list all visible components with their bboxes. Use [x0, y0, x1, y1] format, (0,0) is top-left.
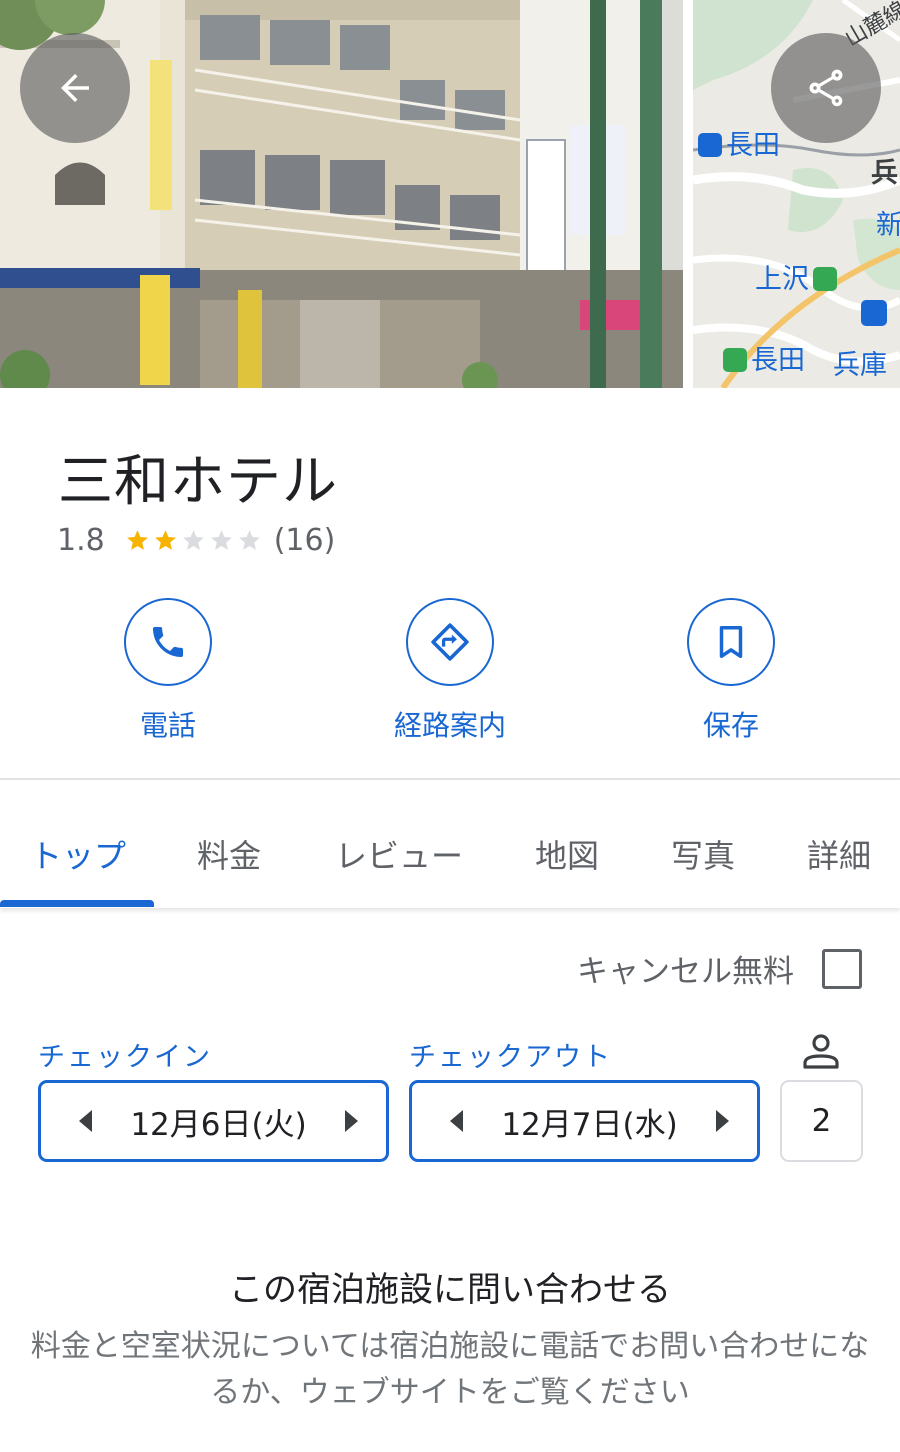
back-button[interactable]	[20, 33, 130, 143]
checkout-date: 12月7日(水)	[501, 1106, 678, 1143]
guests-count: 2	[811, 1103, 832, 1139]
previous-date-icon[interactable]	[450, 1110, 463, 1132]
directions-label: 経路案内	[393, 709, 506, 742]
contact-heading: この宿泊施設に問い合わせる	[229, 1270, 671, 1310]
star-empty-icon	[238, 529, 260, 550]
rating-stars	[125, 528, 262, 553]
tab-prices[interactable]: 料金	[197, 840, 261, 872]
map-label-text: 長田	[751, 345, 805, 376]
person-icon	[803, 1034, 839, 1069]
directions-button-circle[interactable]	[406, 598, 494, 686]
action-bar: 電話 経路案内 保存	[0, 598, 900, 748]
review-count: (16)	[273, 522, 336, 558]
save-label: 保存	[702, 709, 759, 742]
star-filled-icon	[154, 529, 176, 550]
map-label-nagata-subway: 長田	[723, 347, 805, 374]
arrow-left-icon	[61, 74, 89, 102]
contact-description: 料金と空室状況については宿泊施設に電話でお問い合わせになるか、ウェブサイトをご覧…	[30, 1329, 870, 1410]
train-station-icon	[861, 300, 887, 326]
guests-selector[interactable]: 2	[780, 1080, 863, 1162]
next-date-icon[interactable]	[715, 1110, 729, 1132]
map-label-text: 長田	[726, 130, 780, 161]
phone-icon	[153, 627, 183, 657]
previous-date-icon[interactable]	[79, 1110, 92, 1132]
tab-photos[interactable]: 写真	[671, 840, 735, 872]
tab-map[interactable]: 地図	[535, 840, 599, 872]
map-label-kamisawa: 上沢	[755, 266, 841, 293]
map-label-shin: 新	[876, 210, 900, 241]
checkin-date-picker[interactable]: 12月6日(火)	[38, 1080, 389, 1162]
bookmark-icon	[719, 626, 743, 658]
checkout-date-picker[interactable]: 12月7日(水)	[409, 1080, 760, 1162]
train-station-icon	[698, 133, 722, 157]
save-button-circle[interactable]	[687, 598, 775, 686]
free-cancel-label: キャンセル無料	[577, 954, 794, 990]
free-cancel-checkbox[interactable]	[822, 949, 862, 989]
star-empty-icon	[210, 529, 232, 550]
map-label-text: 上沢	[755, 264, 809, 295]
hero-divider	[683, 0, 693, 388]
checkin-label: チェックイン	[38, 1042, 212, 1073]
next-date-icon[interactable]	[344, 1110, 358, 1132]
star-filled-icon	[126, 529, 148, 550]
subway-station-icon	[813, 267, 837, 291]
map-label-nagata-station: 長田	[698, 132, 780, 159]
active-tab-indicator	[0, 900, 154, 907]
subway-station-icon	[723, 348, 747, 372]
star-empty-icon	[182, 529, 204, 550]
directions-icon	[431, 623, 469, 661]
tab-details[interactable]: 詳細	[807, 840, 871, 872]
directions-button[interactable]: 経路案内	[350, 598, 550, 744]
map-label-hyogo: 兵庫	[833, 350, 887, 381]
call-button[interactable]: 電話	[68, 598, 268, 744]
share-button[interactable]	[771, 33, 881, 143]
call-button-circle[interactable]	[124, 598, 212, 686]
tab-reviews[interactable]: レビュー	[335, 840, 463, 872]
map-label-hyo: 兵	[871, 158, 898, 189]
place-title: 三和ホテル	[58, 449, 339, 513]
save-button[interactable]: 保存	[631, 598, 831, 744]
rating-summary[interactable]: 1.8 (16)	[57, 520, 335, 560]
share-icon	[809, 69, 843, 107]
checkout-label: チェックアウト	[409, 1042, 612, 1073]
checkin-date: 12月6日(火)	[130, 1106, 307, 1143]
rating-value: 1.8	[57, 522, 105, 558]
hero-media: 山麓線 長田 兵 新 上沢 長田 兵庫	[0, 0, 900, 388]
call-label: 電話	[139, 709, 196, 742]
tab-bar: トップ 料金 レビュー 地図 写真 詳細	[0, 780, 900, 908]
tab-top[interactable]: トップ	[30, 840, 126, 872]
